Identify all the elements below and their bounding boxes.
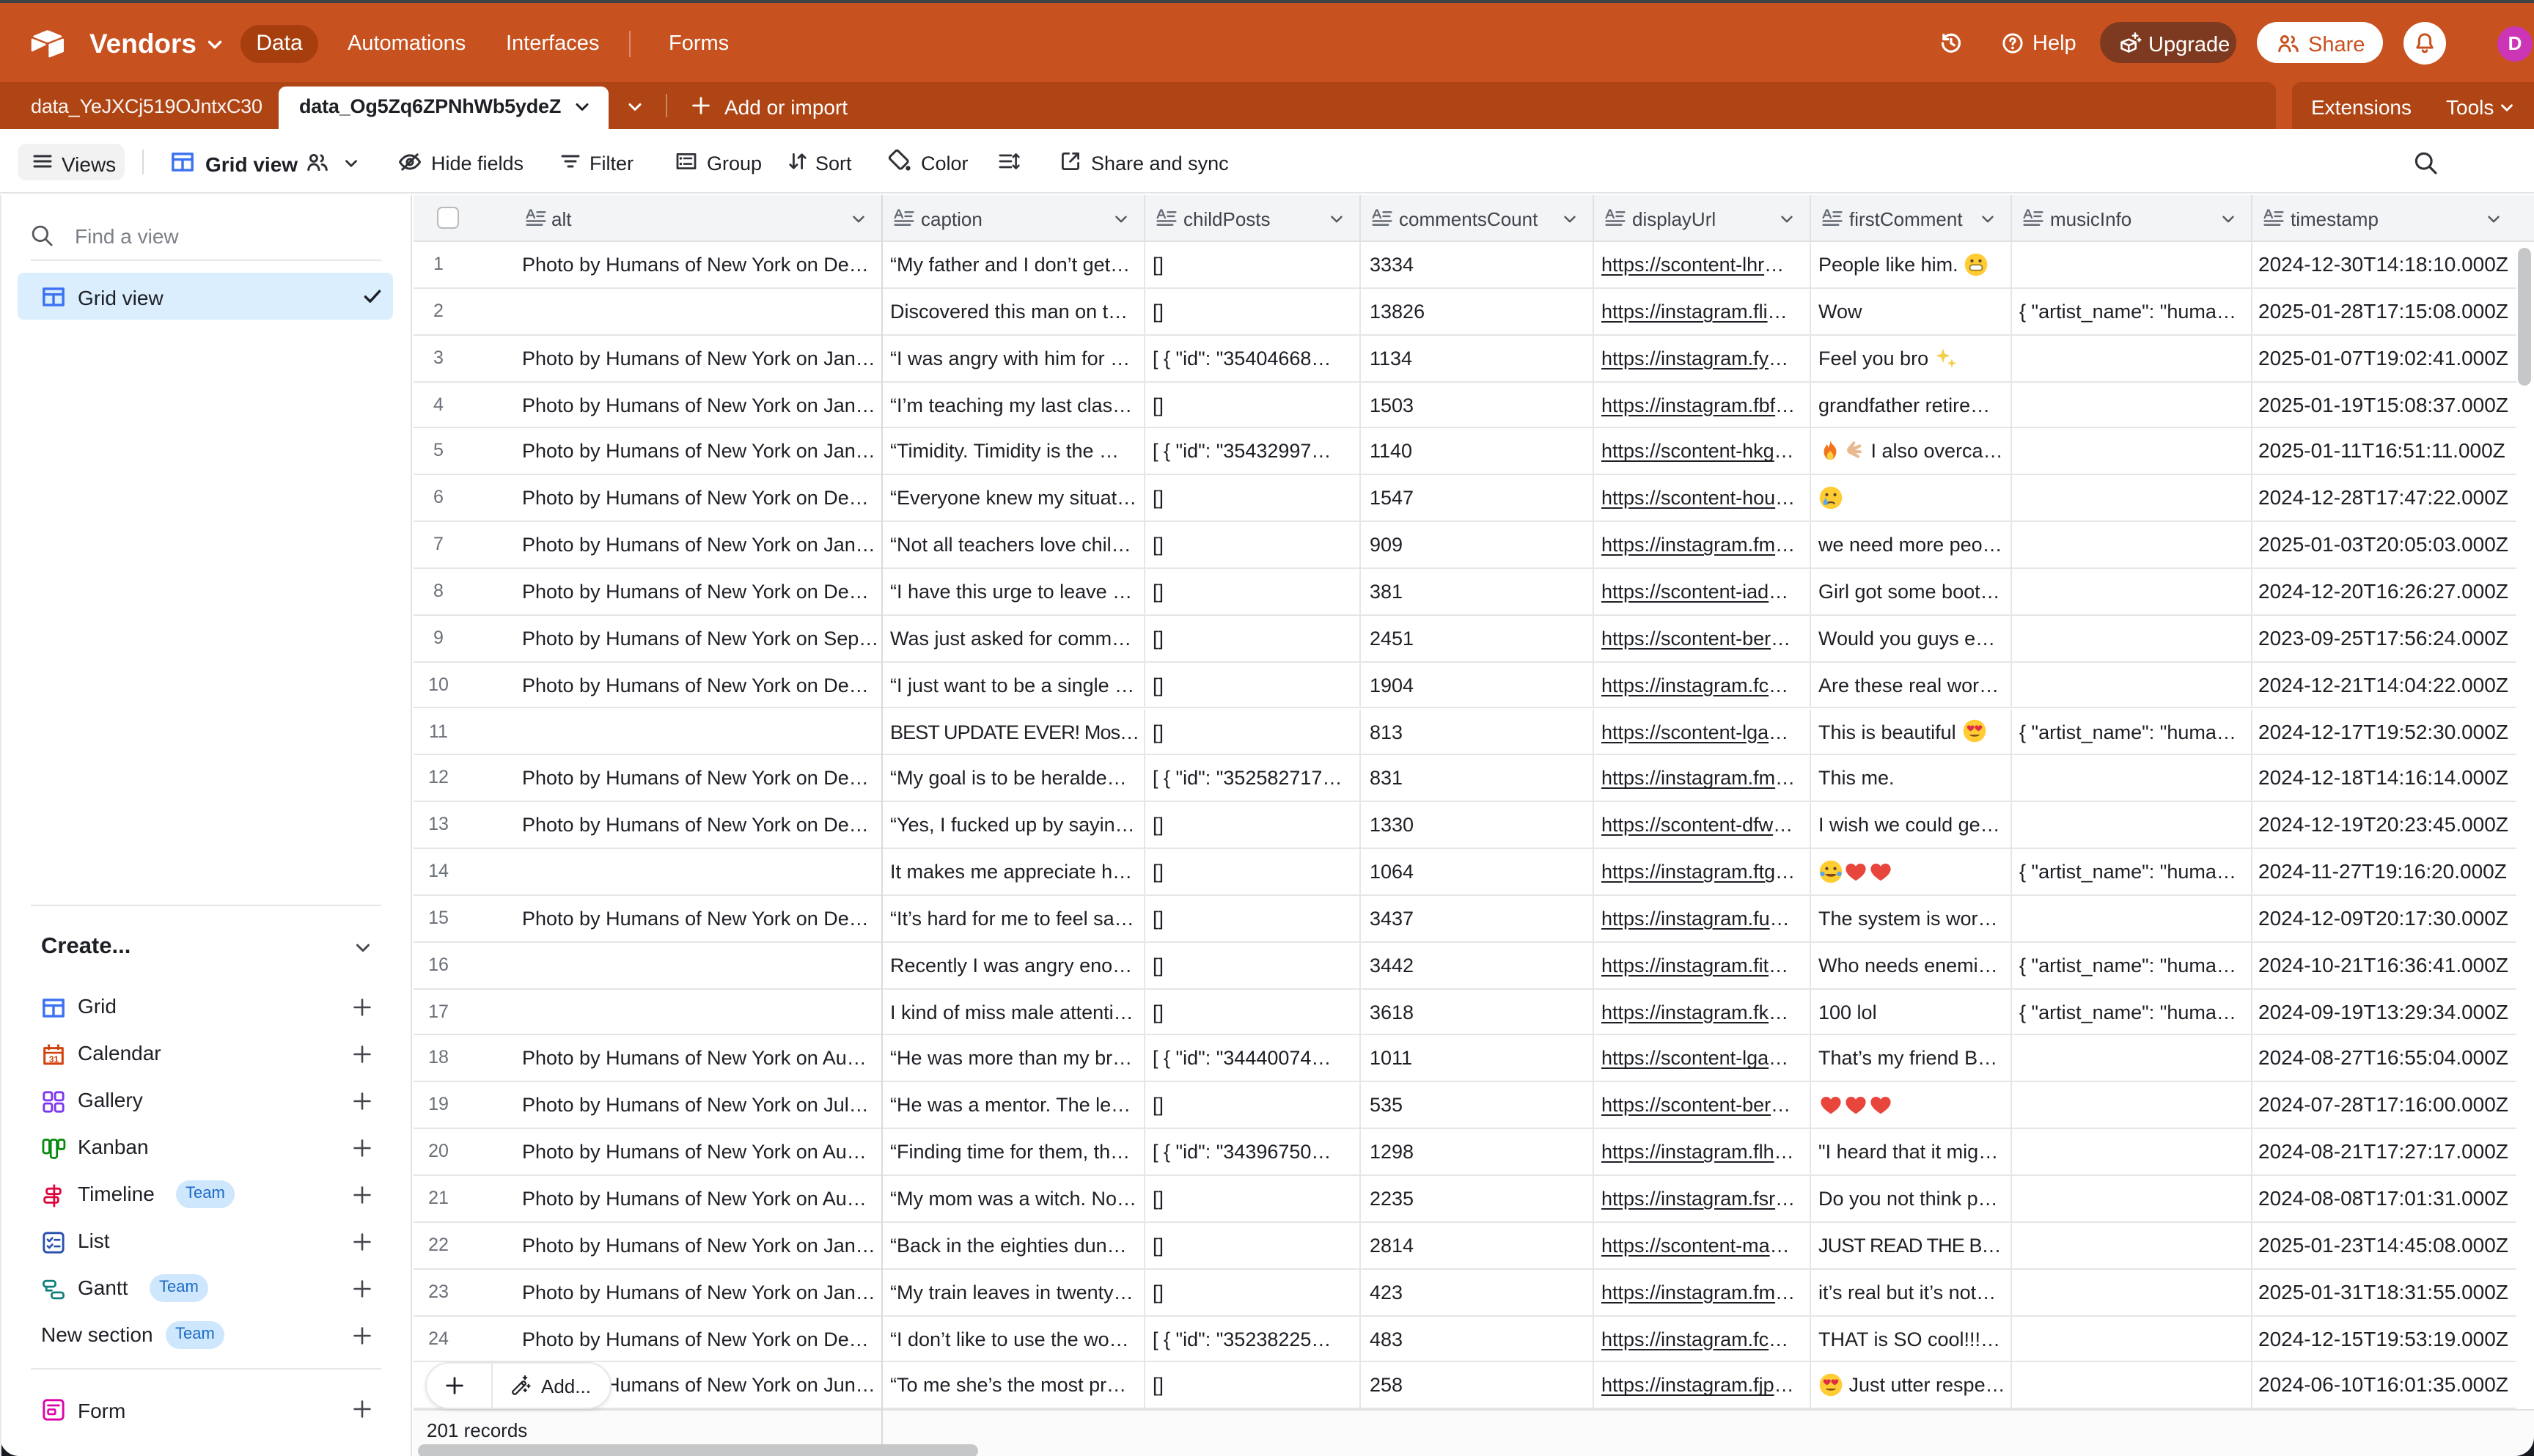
svg-text:31: 31 bbox=[49, 1054, 59, 1064]
